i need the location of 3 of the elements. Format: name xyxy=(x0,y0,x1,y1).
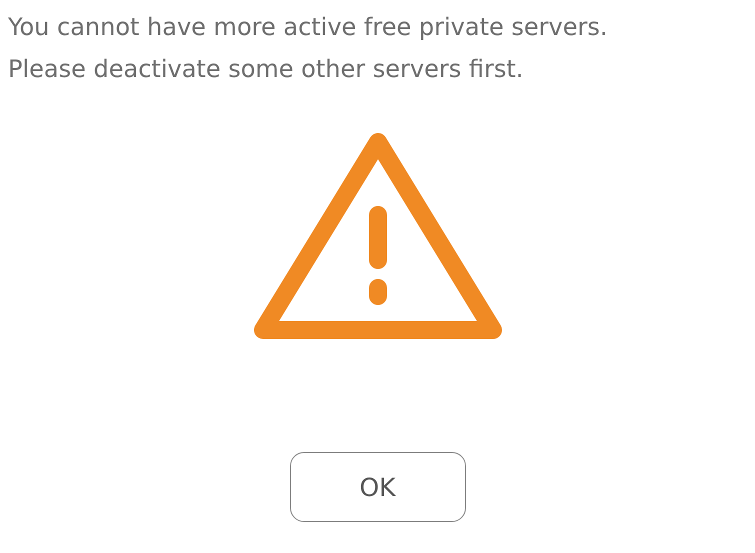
message-text: You cannot have more active free private servers. xyxy=(8,12,608,43)
message-text: Please deactivate some other servers first. xyxy=(8,54,524,85)
ok-button[interactable]: OK xyxy=(290,452,466,522)
